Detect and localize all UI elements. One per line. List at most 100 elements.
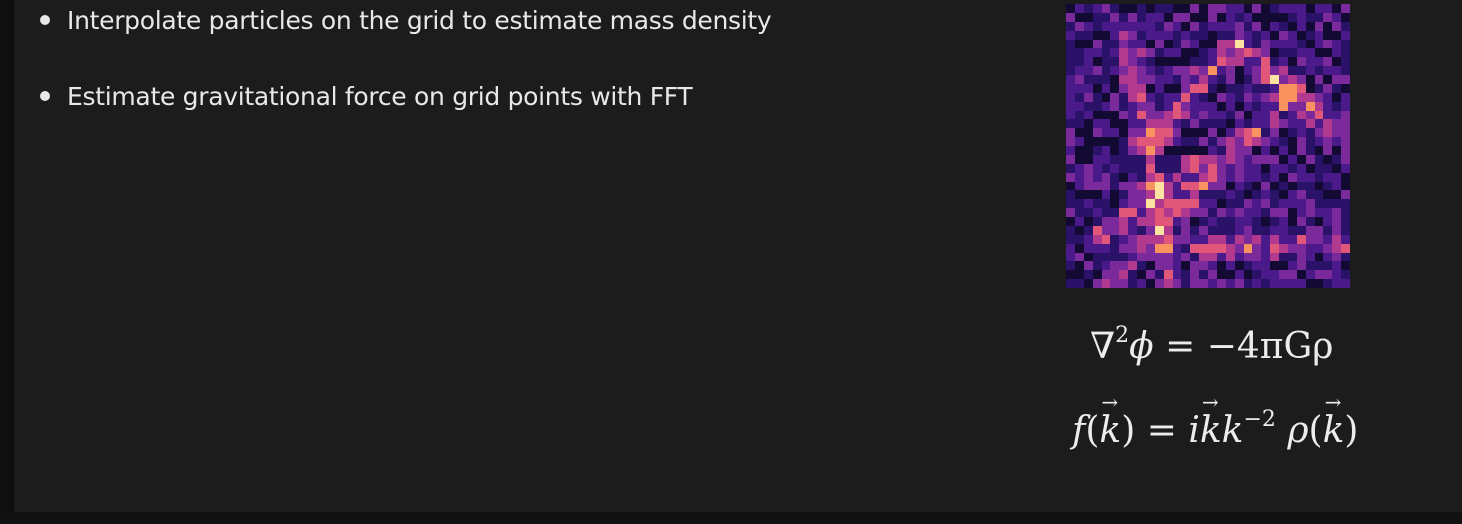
density-pixel: [1252, 225, 1262, 235]
density-pixel: [1208, 75, 1217, 84]
density-pixel: [1314, 181, 1324, 191]
density-pixel: [1066, 199, 1075, 209]
density-pixel: [1190, 146, 1200, 155]
density-pixel: [1314, 119, 1324, 129]
density-pixel: [1332, 128, 1342, 138]
density-pixel: [1190, 172, 1200, 182]
density-pixel: [1145, 128, 1155, 138]
density-pixel: [1128, 110, 1137, 120]
density-pixel: [1083, 128, 1093, 138]
density-pixel: [1208, 137, 1217, 146]
density-pixel: [1341, 270, 1350, 280]
density-pixel: [1341, 172, 1350, 182]
density-pixel: [1074, 146, 1084, 155]
density-pixel: [1181, 12, 1191, 22]
density-pixel: [1296, 172, 1306, 182]
density-pixel: [1199, 172, 1208, 182]
density-pixel: [1279, 48, 1288, 58]
density-pixel: [1092, 146, 1102, 155]
density-pixel: [1341, 4, 1350, 13]
density-pixel: [1172, 252, 1182, 262]
density-pixel: [1172, 30, 1182, 40]
density-pixel: [1128, 181, 1137, 191]
density-pixel: [1190, 21, 1200, 31]
density-pixel: [1270, 39, 1279, 49]
density-pixel: [1296, 48, 1306, 58]
density-pixel: [1190, 252, 1200, 262]
density-pixel: [1341, 83, 1350, 93]
density-pixel: [1323, 101, 1333, 111]
density-pixel: [1252, 137, 1262, 146]
density-pixel: [1092, 57, 1102, 67]
density-pixel: [1234, 172, 1244, 182]
density-pixel: [1208, 101, 1217, 111]
density-pixel: [1110, 137, 1120, 146]
density-pixel: [1332, 75, 1342, 84]
density-pixel: [1216, 270, 1226, 280]
density-pixel: [1296, 154, 1306, 164]
density-pixel: [1225, 225, 1235, 235]
density-pixel: [1296, 261, 1306, 271]
density-pixel: [1243, 12, 1253, 22]
density-pixel: [1190, 208, 1200, 217]
density-pixel: [1172, 217, 1182, 226]
density-pixel: [1243, 21, 1253, 31]
density-pixel: [1092, 270, 1102, 280]
density-pixel: [1181, 243, 1191, 253]
density-pixel: [1199, 4, 1208, 13]
density-pixel: [1341, 181, 1350, 191]
density-pixel: [1101, 48, 1111, 58]
density-pixel: [1305, 234, 1315, 244]
density-pixel: [1083, 234, 1093, 244]
density-pixel: [1137, 128, 1146, 138]
density-pixel: [1252, 83, 1262, 93]
density-pixel: [1128, 30, 1137, 40]
bullet-item: Interpolate particles on the grid to est…: [38, 2, 778, 39]
density-pixel: [1332, 225, 1342, 235]
density-pixel: [1074, 225, 1084, 235]
density-pixel: [1083, 163, 1093, 173]
density-pixel: [1101, 208, 1111, 217]
density-pixel: [1341, 225, 1350, 235]
density-pixel: [1234, 21, 1244, 31]
density-pixel: [1172, 163, 1182, 173]
density-pixel: [1145, 48, 1155, 58]
density-pixel: [1172, 172, 1182, 182]
density-pixel: [1110, 261, 1120, 271]
density-pixel: [1163, 252, 1173, 262]
density-pixel: [1137, 75, 1146, 84]
density-pixel: [1323, 208, 1333, 217]
density-pixel: [1314, 101, 1324, 111]
density-pixel: [1323, 243, 1333, 253]
density-pixel: [1323, 181, 1333, 191]
density-pixel: [1305, 128, 1315, 138]
density-pixel: [1234, 154, 1244, 164]
density-pixel: [1110, 146, 1120, 155]
density-pixel: [1190, 279, 1200, 288]
density-pixel: [1181, 21, 1191, 31]
density-pixel: [1208, 208, 1217, 217]
density-pixel: [1190, 181, 1200, 191]
density-pixel: [1181, 172, 1191, 182]
density-pixel: [1332, 21, 1342, 31]
rho-symbol: ρ: [1287, 410, 1309, 451]
density-pixel: [1066, 154, 1075, 164]
density-pixel: [1296, 101, 1306, 111]
density-pixel: [1314, 270, 1324, 280]
density-pixel: [1225, 128, 1235, 138]
density-pixel: [1341, 154, 1350, 164]
density-pixel: [1074, 243, 1084, 253]
density-pixel: [1216, 243, 1226, 253]
density-pixel: [1270, 154, 1279, 164]
density-pixel: [1110, 110, 1120, 120]
density-pixel: [1287, 181, 1297, 191]
density-pixel: [1243, 101, 1253, 111]
density-pixel: [1261, 252, 1271, 262]
density-pixel: [1208, 190, 1217, 200]
density-pixel: [1083, 21, 1093, 31]
density-pixel: [1208, 128, 1217, 138]
density-pixel: [1216, 172, 1226, 182]
density-pixel: [1199, 75, 1208, 84]
density-pixel: [1066, 225, 1075, 235]
density-pixel: [1190, 199, 1200, 209]
